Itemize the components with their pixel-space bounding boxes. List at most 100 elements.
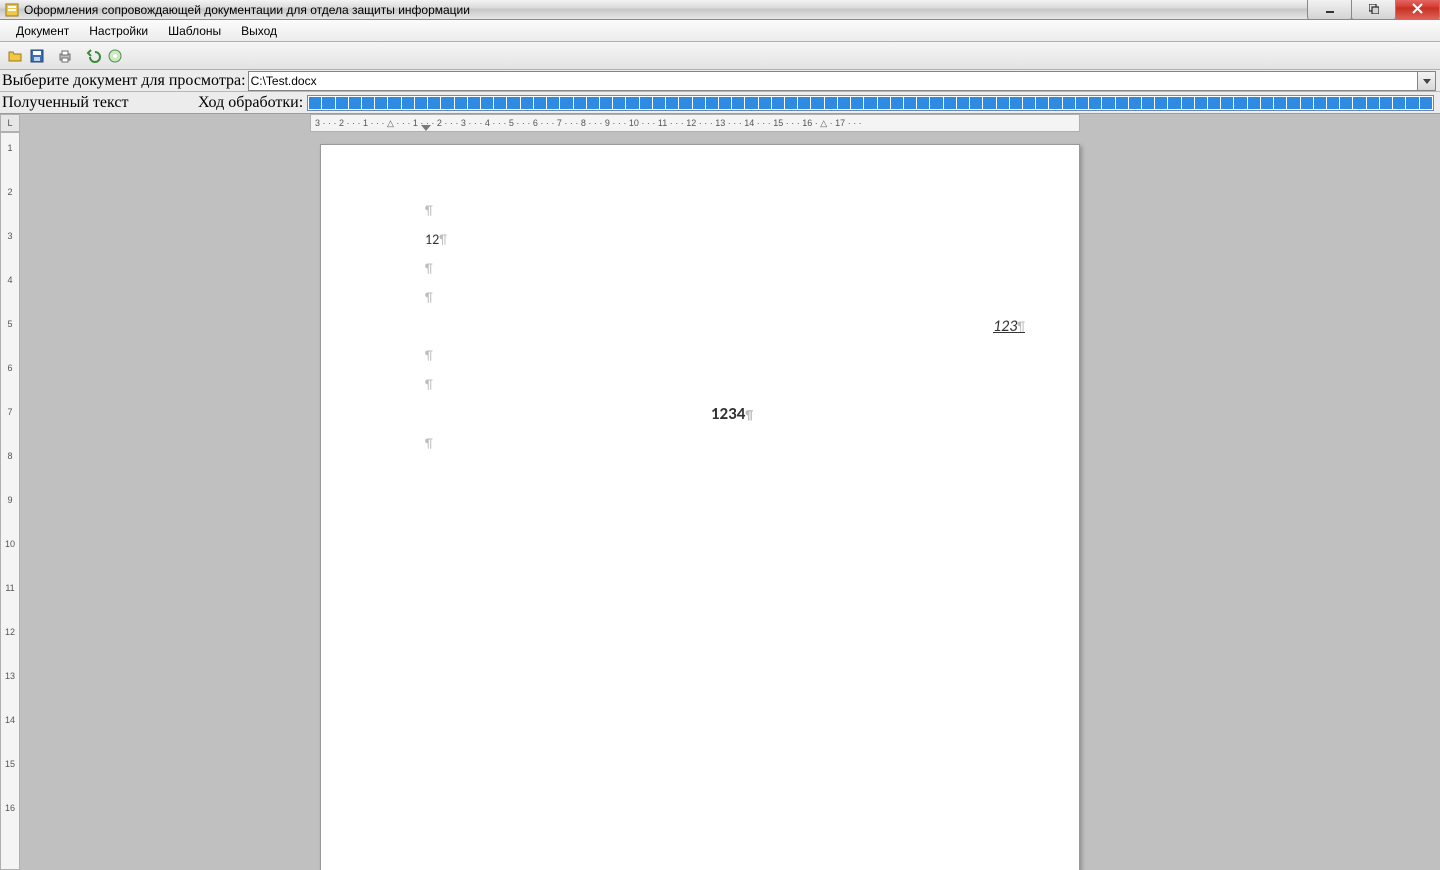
menu-settings[interactable]: Настройки <box>79 22 158 40</box>
progress-segment <box>878 97 890 109</box>
progress-segment <box>1129 97 1141 109</box>
progress-segment <box>1301 97 1313 109</box>
progress-segment <box>1353 97 1365 109</box>
progress-segment <box>1406 97 1418 109</box>
progress-segment <box>1340 97 1352 109</box>
progress-segment <box>679 97 691 109</box>
print-icon[interactable] <box>54 45 76 67</box>
progress-segment <box>653 97 665 109</box>
progress-segment <box>362 97 374 109</box>
close-button[interactable] <box>1395 0 1440 20</box>
dropdown-icon[interactable] <box>1417 72 1435 90</box>
document-line[interactable]: ¶ <box>425 342 1039 371</box>
workspace: L 3 · · · 2 · · · 1 · · · △ · · · 1 · · … <box>0 114 1440 870</box>
progress-segment <box>560 97 572 109</box>
doc-selector-dropdown[interactable]: C:\Test.docx <box>248 71 1436 91</box>
progress-segment <box>613 97 625 109</box>
progress-segment <box>1314 97 1326 109</box>
progress-segment <box>891 97 903 109</box>
horizontal-ruler[interactable]: 3 · · · 2 · · · 1 · · · △ · · · 1 · · · … <box>310 114 1080 132</box>
document-line[interactable]: ¶ <box>425 255 1039 284</box>
document-page[interactable]: ¶12¶¶¶123¶¶¶1234¶¶ <box>320 144 1080 870</box>
undo-icon[interactable] <box>82 45 104 67</box>
window-controls <box>1308 0 1440 20</box>
v-ruler-tick: 1 <box>1 143 19 153</box>
v-ruler-tick: 9 <box>1 495 19 505</box>
progress-segment <box>640 97 652 109</box>
v-ruler-tick: 15 <box>1 759 19 769</box>
progress-segment <box>1393 97 1405 109</box>
progress-segment <box>930 97 942 109</box>
received-text-label: Полученный текст <box>0 94 196 112</box>
document-content[interactable]: ¶12¶¶¶123¶¶¶1234¶¶ <box>425 197 1039 459</box>
progress-segment <box>507 97 519 109</box>
progress-segment <box>1089 97 1101 109</box>
progress-segment <box>1380 97 1392 109</box>
progress-segment <box>534 97 546 109</box>
progress-segment <box>851 97 863 109</box>
progress-segment <box>745 97 757 109</box>
document-line[interactable]: 123¶ <box>425 313 1039 342</box>
menu-templates[interactable]: Шаблоны <box>158 22 231 40</box>
progress-segment <box>626 97 638 109</box>
progress-segment <box>1076 97 1088 109</box>
document-line[interactable]: 1234¶ <box>425 400 1039 430</box>
progress-segment <box>1248 97 1260 109</box>
progress-segment <box>983 97 995 109</box>
menu-exit[interactable]: Выход <box>231 22 287 40</box>
v-ruler-tick: 11 <box>1 583 19 593</box>
progress-segment <box>1261 97 1273 109</box>
progress-segment <box>798 97 810 109</box>
progress-segment <box>970 97 982 109</box>
progress-segment <box>441 97 453 109</box>
progress-segment <box>1195 97 1207 109</box>
doc-selector-value: C:\Test.docx <box>251 74 317 88</box>
progress-segment <box>349 97 361 109</box>
doc-selector-label: Выберите документ для просмотра: <box>0 72 248 90</box>
progress-segment <box>1420 97 1432 109</box>
minimize-button[interactable] <box>1307 0 1352 20</box>
progress-segment <box>1327 97 1339 109</box>
menu-document[interactable]: Документ <box>6 22 79 40</box>
document-selector-row: Выберите документ для просмотра: C:\Test… <box>0 70 1440 92</box>
progress-segment <box>825 97 837 109</box>
save-icon[interactable] <box>26 45 48 67</box>
progress-segment <box>944 97 956 109</box>
v-ruler-tick: 5 <box>1 319 19 329</box>
progress-segment <box>1168 97 1180 109</box>
document-line[interactable]: 12¶ <box>425 226 1039 255</box>
vertical-ruler[interactable]: 12345678910111213141516 <box>0 132 20 870</box>
progress-segment <box>719 97 731 109</box>
progress-segment <box>1155 97 1167 109</box>
open-icon[interactable] <box>4 45 26 67</box>
progress-segment <box>759 97 771 109</box>
document-line[interactable]: ¶ <box>425 371 1039 400</box>
title-bar: Оформления сопровождающей документации д… <box>0 0 1440 20</box>
progress-segment <box>838 97 850 109</box>
progress-segment <box>309 97 321 109</box>
progress-segment <box>864 97 876 109</box>
progress-segment <box>1234 97 1246 109</box>
progress-segment <box>1182 97 1194 109</box>
v-ruler-tick: 7 <box>1 407 19 417</box>
progress-segment <box>322 97 334 109</box>
progress-segment <box>336 97 348 109</box>
progress-segment <box>1023 97 1035 109</box>
maximize-button[interactable] <box>1351 0 1396 20</box>
document-line[interactable]: ¶ <box>425 284 1039 313</box>
progress-segment <box>468 97 480 109</box>
document-line[interactable]: ¶ <box>425 430 1039 459</box>
help-icon[interactable] <box>104 45 126 67</box>
progress-segment <box>388 97 400 109</box>
app-icon <box>4 2 20 18</box>
progress-segment <box>666 97 678 109</box>
indent-marker-icon[interactable] <box>421 125 431 131</box>
progress-segment <box>693 97 705 109</box>
progress-segment <box>600 97 612 109</box>
progress-segment <box>547 97 559 109</box>
progress-label: Ход обработки: <box>196 94 307 112</box>
document-line[interactable]: ¶ <box>425 197 1039 226</box>
progress-segment <box>904 97 916 109</box>
progress-segment <box>785 97 797 109</box>
progress-segment <box>587 97 599 109</box>
